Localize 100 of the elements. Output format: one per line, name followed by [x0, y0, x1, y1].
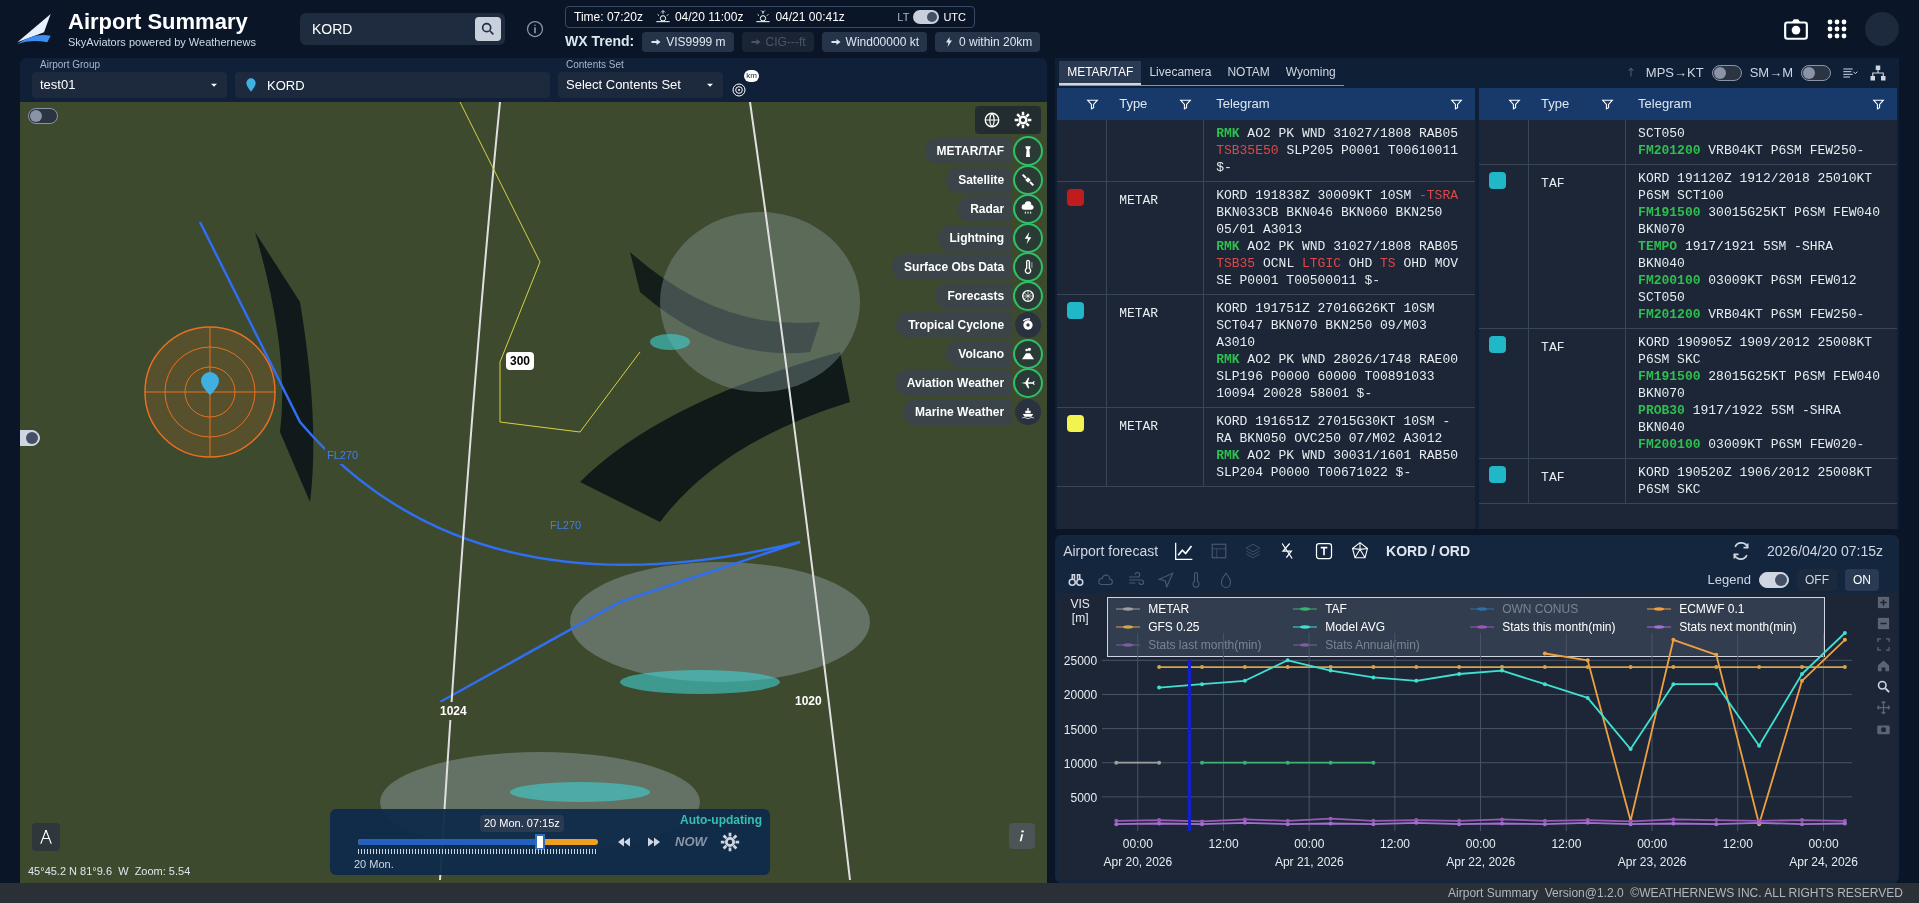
- telegram-cell-text: KORD 191120Z 1912/2018 25010KT P6SM SCT100 FM191500 30015G25KT P6SM FEW040 BKN070 TEMPO 1917/1921 5SM -SHRA BKN040 FM200100 03009KT P6SM FEW012 SCT050 FM201200 VRB04KT P6SM FEW250-: [1637, 170, 1881, 324]
- type-cell: METAR: [1119, 306, 1159, 321]
- airport-group-select[interactable]: test01: [32, 72, 227, 98]
- layer-toggle-button[interactable]: [1015, 370, 1042, 396]
- airport-field[interactable]: KORD: [235, 72, 550, 98]
- map-toggle[interactable]: [28, 108, 58, 124]
- legend-swatch-icon: [1116, 641, 1141, 649]
- series-line: [1114, 760, 1162, 765]
- legend-item[interactable]: Model AVG: [1293, 618, 1463, 636]
- text-icon[interactable]: [1314, 541, 1335, 561]
- zoom-out-icon[interactable]: [1876, 616, 1891, 631]
- home-icon[interactable]: [1876, 658, 1891, 673]
- column-header[interactable]: Type: [1119, 94, 1148, 114]
- layer-label[interactable]: METAR/TAF: [924, 138, 1013, 164]
- move-icon[interactable]: [1876, 700, 1891, 715]
- layer-toggle-button[interactable]: [1015, 225, 1042, 251]
- airport-code: KORD / ORD: [1386, 541, 1471, 561]
- layer-label[interactable]: Radar: [958, 196, 1013, 222]
- timeline-thumb[interactable]: [535, 834, 546, 850]
- sunrise-icon: [654, 9, 671, 25]
- clock-switch[interactable]: [913, 10, 940, 24]
- x-tick-label: 00:00 Apr 23, 2026: [1616, 836, 1688, 871]
- satellite-icon: [1020, 172, 1037, 188]
- layer-toggle-button[interactable]: [1015, 399, 1042, 425]
- pentagon-icon[interactable]: [1350, 541, 1371, 561]
- y-tick-label: 10000: [1062, 755, 1098, 773]
- trend-chip[interactable]: VIS9999 m: [642, 31, 734, 52]
- filter-icon[interactable]: [1450, 97, 1464, 111]
- layer-toggle-button[interactable]: [1015, 312, 1042, 338]
- layer-toggle-button[interactable]: [1015, 283, 1042, 309]
- zoom-icon[interactable]: [1876, 679, 1891, 694]
- info-button[interactable]: [1009, 823, 1036, 849]
- altitude-label: 300: [506, 352, 535, 370]
- clock-option[interactable]: LT: [897, 8, 910, 26]
- footer-text: Airport Summary Version@1.2.0 ©WEATHERNEWS INC. ALL RIGHTS RESERVED: [1448, 885, 1903, 902]
- airport-pin-icon[interactable]: [201, 372, 219, 395]
- globe-icon[interactable]: [983, 111, 1002, 129]
- panel-tab[interactable]: NOTAM: [1219, 60, 1278, 85]
- column-header[interactable]: Telegram: [1638, 94, 1692, 114]
- line-chart-icon[interactable]: [1174, 541, 1195, 561]
- layer-label[interactable]: Surface Obs Data: [892, 254, 1013, 280]
- info-icon[interactable]: [525, 19, 545, 39]
- legend-swatch-icon: [1293, 605, 1318, 613]
- contents-set-select[interactable]: Select Contents Set: [558, 72, 723, 98]
- layer-label[interactable]: Forecasts: [935, 283, 1013, 309]
- column-header[interactable]: Telegram: [1216, 94, 1270, 114]
- filter-icon[interactable]: [1179, 97, 1193, 111]
- legend-item[interactable]: Stats this month(min): [1470, 618, 1640, 636]
- binoculars-icon[interactable]: [1067, 571, 1086, 589]
- layer-label[interactable]: Lightning: [937, 225, 1013, 251]
- legend-item[interactable]: ECMWF 0.1: [1647, 600, 1817, 618]
- panel-tab[interactable]: Livecamera: [1141, 60, 1220, 85]
- legend-item[interactable]: Stats next month(min): [1647, 618, 1817, 636]
- layer-toggle-button[interactable]: [1015, 341, 1042, 367]
- legend-item[interactable]: TAF: [1293, 600, 1463, 618]
- layer-label[interactable]: Tropical Cyclone: [896, 312, 1013, 338]
- unit-toggle-label: SM→M: [1749, 64, 1793, 83]
- layer-label[interactable]: Satellite: [946, 167, 1013, 193]
- x-tick-label: 00:00 Apr 20, 2026: [1102, 836, 1174, 871]
- layer-toggle-button[interactable]: [1015, 167, 1042, 193]
- filter-icon[interactable]: [1086, 97, 1100, 111]
- refresh-icon[interactable]: [1731, 541, 1751, 561]
- settings-icon[interactable]: [718, 831, 741, 853]
- hierarchy-icon[interactable]: [1869, 64, 1887, 82]
- trend-chip[interactable]: Wind00000 kt: [821, 31, 927, 52]
- compass-button[interactable]: [32, 823, 60, 851]
- sunset-time: 04/21 00:41z: [775, 9, 845, 26]
- legend-item[interactable]: GFS 0.25: [1116, 618, 1286, 636]
- y-tick-label: 25000: [1062, 653, 1098, 671]
- filter-icon[interactable]: [1508, 97, 1522, 111]
- trend-chip[interactable]: 0 within 20km: [935, 31, 1041, 52]
- layer-toggle-button[interactable]: [1015, 196, 1042, 222]
- layer-toggle-button[interactable]: [1015, 138, 1042, 164]
- update-status: Auto-updating: [680, 812, 762, 829]
- filter-icon[interactable]: [1601, 97, 1615, 111]
- filter-icon[interactable]: [1872, 97, 1885, 111]
- clock-option[interactable]: UTC: [943, 8, 966, 26]
- legend-switch[interactable]: [1759, 572, 1789, 588]
- now-button[interactable]: NOW: [675, 832, 707, 852]
- zoom-in-icon[interactable]: [1876, 595, 1891, 610]
- legend-option-button[interactable]: ON: [1845, 569, 1879, 591]
- legend-label: Legend: [1707, 571, 1751, 590]
- panel-tab[interactable]: Wyoming: [1277, 60, 1344, 85]
- camera-icon[interactable]: [1783, 16, 1809, 42]
- search-icon[interactable]: [480, 21, 496, 37]
- column-header[interactable]: Type: [1541, 94, 1570, 114]
- search-field[interactable]: KORD: [300, 13, 505, 45]
- unit-switch[interactable]: [1711, 65, 1742, 81]
- layer-label[interactable]: Marine Weather: [903, 399, 1013, 425]
- unit-switch[interactable]: [1801, 65, 1831, 81]
- panel-tab[interactable]: METAR/TAF: [1059, 60, 1142, 85]
- layer-label[interactable]: Aviation Weather: [894, 370, 1013, 396]
- layer-label[interactable]: Volcano: [946, 341, 1013, 367]
- legend-item[interactable]: METAR: [1116, 600, 1286, 618]
- layer-toggle-button[interactable]: [1015, 254, 1042, 280]
- grid-icon[interactable]: [1825, 17, 1849, 41]
- wx-trend-label: WX Trend:: [565, 32, 635, 51]
- legend-option-button[interactable]: OFF: [1797, 569, 1837, 591]
- isobar-label: 1024: [440, 702, 467, 720]
- legend-swatch-icon: [1470, 605, 1495, 613]
